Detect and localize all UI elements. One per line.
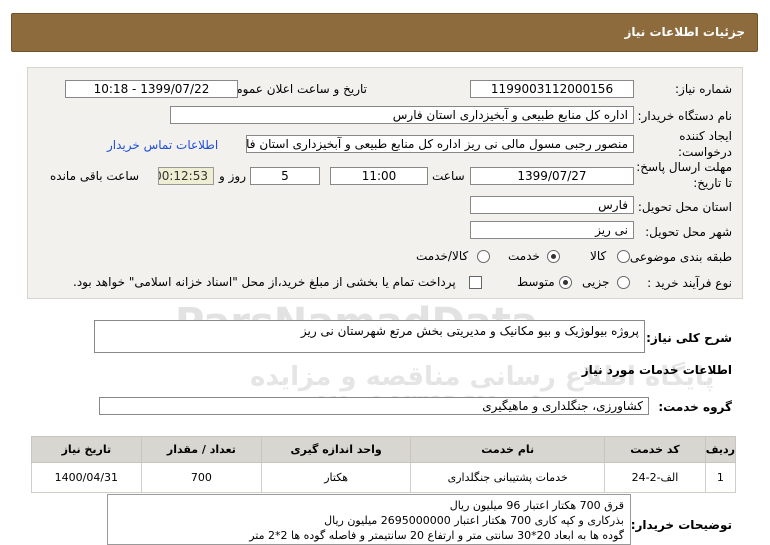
process-label: نوع فرآیند خرید : xyxy=(647,276,732,290)
services-table: ردیف کد خدمت نام خدمت واحد اندازه گیری ت… xyxy=(31,436,737,493)
announce-date-field: 1399/07/22 - 10:18 xyxy=(65,80,238,98)
need-number-label: شماره نیاز: xyxy=(675,82,732,96)
city-label: شهر محل تحویل: xyxy=(645,225,732,239)
summary-field: پروژه بیولوژیک و بیو مکانیک و مدیریتی بخ… xyxy=(94,320,645,353)
buyer-notes-line: گوده ها به ابعاد 20*30 سانتی متر و ارتفا… xyxy=(249,529,624,542)
column-header: تعداد / مقدار xyxy=(140,436,263,463)
table-cell: خدمات پشتیبانی جنگلداری xyxy=(410,462,606,493)
table-cell: الف-2-24 xyxy=(604,462,706,493)
buyer-notes-field: قرق 700 هکتار اعتبار 96 میلیون ریال بذرک… xyxy=(107,494,631,545)
deadline-label-line1: مهلت ارسال پاسخ: xyxy=(636,160,732,174)
creator-label-line1: ایجاد کننده xyxy=(679,129,732,143)
table-cell: 1400/04/31 xyxy=(31,462,142,493)
process-option-minor: جزیی xyxy=(582,275,610,289)
creator-label-line2: درخواست: xyxy=(678,145,732,159)
treasury-payment-checkbox[interactable] xyxy=(469,276,482,289)
service-group-field: کشاورزی، جنگلداری و ماهیگیری xyxy=(99,397,649,415)
column-header: کد خدمت xyxy=(604,436,706,463)
need-number-field: 1199003112000156 xyxy=(470,80,634,98)
buyer-label: نام دستگاه خریدار: xyxy=(637,109,733,123)
province-field: فارس xyxy=(470,196,634,214)
category-option-service: خدمت xyxy=(508,249,540,263)
category-radio-service[interactable] xyxy=(547,250,560,263)
deadline-date-field: 1399/07/27 xyxy=(470,167,634,185)
deadline-label-line2: تا تاریخ: xyxy=(693,176,732,190)
summary-label: شرح کلی نیاز: xyxy=(646,331,732,345)
column-header: واحد اندازه گیری xyxy=(261,436,412,463)
page-header: جزئیات اطلاعات نیاز xyxy=(11,13,758,52)
table-cell: 1 xyxy=(704,462,737,493)
table-cell: 700 xyxy=(140,462,263,493)
days-remaining-field: 5 xyxy=(250,167,320,185)
category-label: طبقه بندی موضوعی: xyxy=(625,250,732,264)
table-cell: هکتار xyxy=(261,462,412,493)
remaining-time-field: 00:12:53 xyxy=(158,167,214,185)
deadline-time-label: ساعت xyxy=(432,169,465,183)
buyer-field: اداره کل منابع طبیعی و آبخیزداری استان ف… xyxy=(170,106,634,124)
category-option-goods-service: کالا/خدمت xyxy=(416,249,469,263)
days-label: روز و xyxy=(219,169,246,183)
table-row: 1 الف-2-24 خدمات پشتیبانی جنگلداری هکتار… xyxy=(31,462,737,493)
creator-field: منصور رجبی مسول مالی نی ریز اداره کل منا… xyxy=(246,135,634,153)
treasury-payment-note: پرداخت تمام یا بخشی از مبلغ خرید،از محل … xyxy=(73,275,456,289)
table-header-row: ردیف کد خدمت نام خدمت واحد اندازه گیری ت… xyxy=(31,436,737,463)
process-option-medium: متوسط xyxy=(517,275,555,289)
city-field: نی ریز xyxy=(470,221,634,239)
services-section-title: اطلاعات خدمات مورد نیاز xyxy=(581,363,732,377)
buyer-contact-link[interactable]: اطلاعات تماس خریدار xyxy=(107,138,218,152)
page-title: جزئیات اطلاعات نیاز xyxy=(624,25,745,39)
remaining-time-label: ساعت باقی مانده xyxy=(50,169,140,183)
category-radio-goods-service[interactable] xyxy=(477,250,490,263)
process-radio-minor[interactable] xyxy=(617,276,630,289)
announce-date-label: تاریخ و ساعت اعلان عمومی: xyxy=(222,82,367,96)
deadline-time-field: 11:00 xyxy=(330,167,428,185)
column-header: ردیف xyxy=(704,436,737,463)
buyer-notes-label: توضیحات خریدار: xyxy=(630,518,732,532)
province-label: استان محل تحویل: xyxy=(637,200,732,214)
column-header: تاریخ نیاز xyxy=(31,436,142,463)
buyer-notes-line: قرق 700 هکتار اعتبار 96 میلیون ریال xyxy=(449,499,624,512)
buyer-notes-line: بذرکاری و کپه کاری 700 هکتار اعتبار 2695… xyxy=(324,514,624,527)
service-group-label: گروه خدمت: xyxy=(658,400,732,414)
category-radio-goods[interactable] xyxy=(617,250,630,263)
column-header: نام خدمت xyxy=(410,436,606,463)
process-radio-medium[interactable] xyxy=(559,276,572,289)
category-option-goods: کالا xyxy=(590,249,607,263)
